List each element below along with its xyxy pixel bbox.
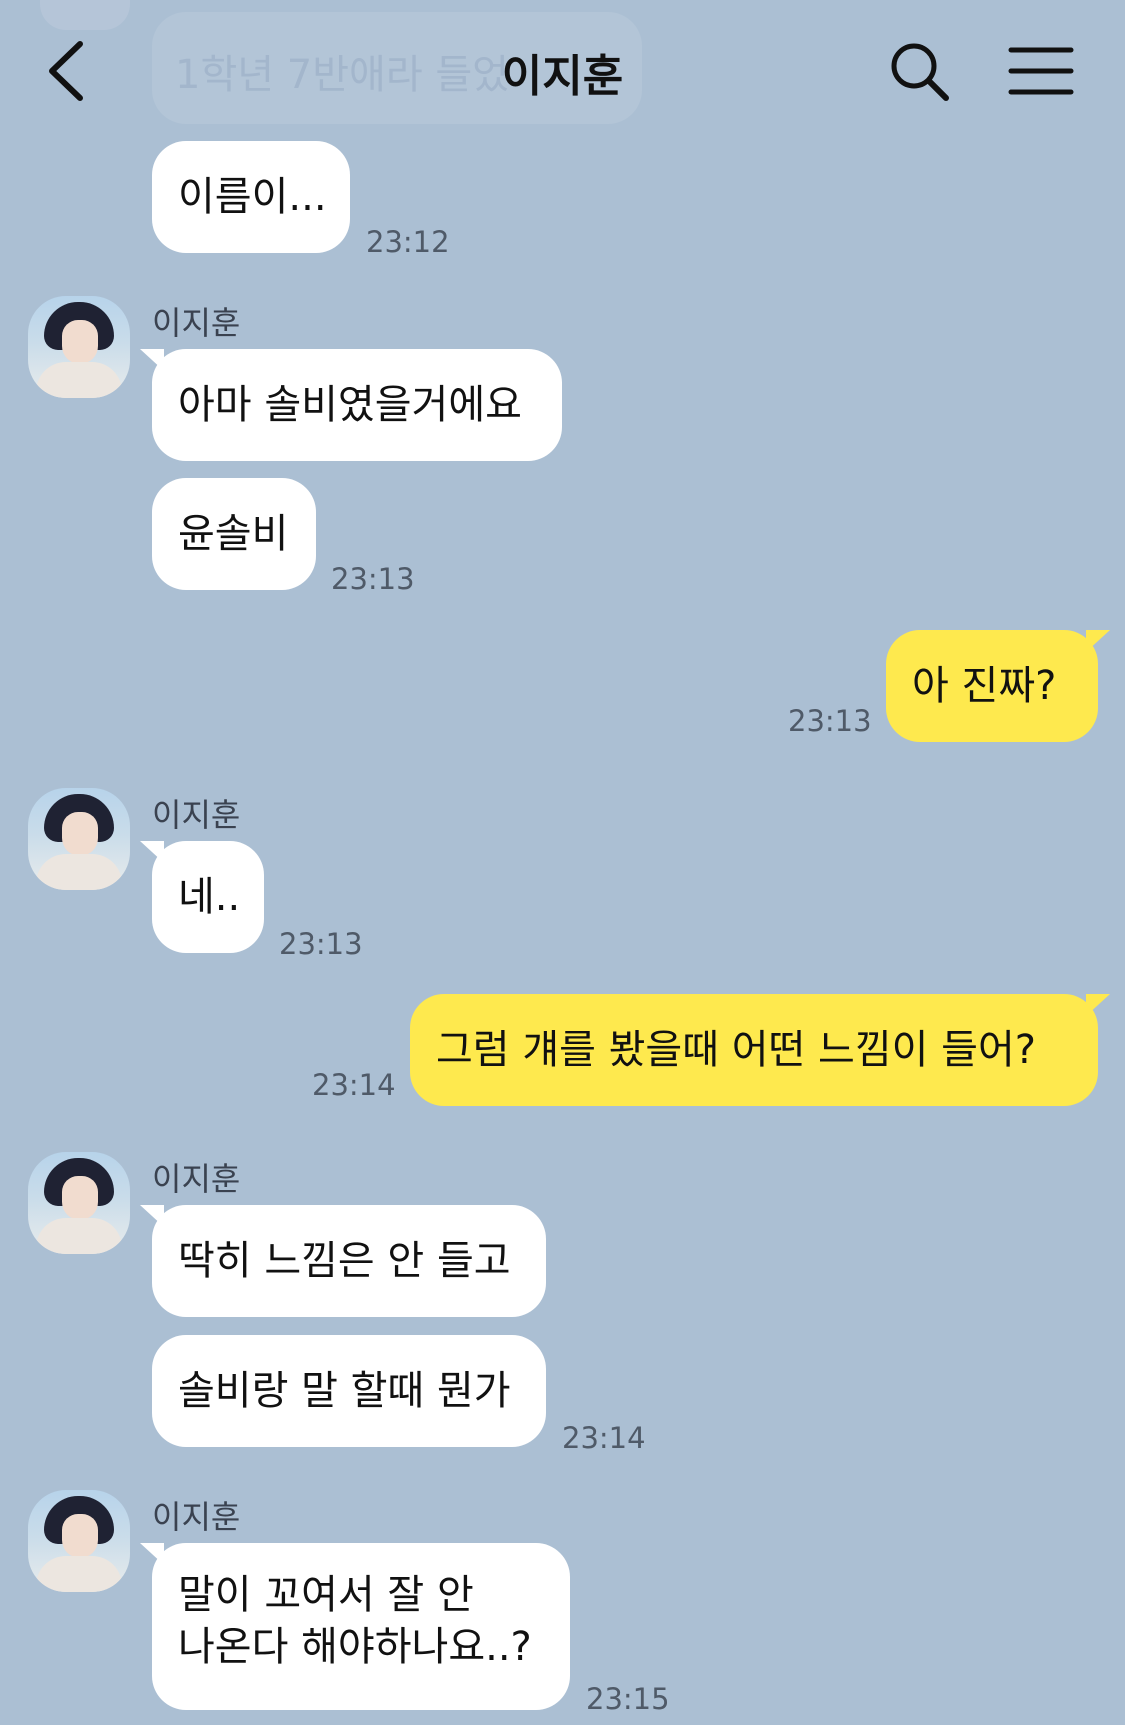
message-text: 솔비랑 말 할때 뭔가 <box>178 1368 511 1414</box>
sender-name: 이지훈 <box>152 796 241 834</box>
message-bubble[interactable]: 네.. <box>152 841 264 953</box>
message-bubble[interactable]: 아마 솔비였을거에요 <box>152 349 562 461</box>
message-time: 23:13 <box>279 927 363 961</box>
search-button[interactable] <box>888 40 952 104</box>
message-text: 윤솔비 <box>178 511 289 557</box>
message-bubble[interactable]: 말이 꼬여서 잘 안 나온다 해야하나요..? <box>152 1543 570 1710</box>
message-time: 23:14 <box>562 1421 646 1455</box>
message-text: 아마 솔비였을거에요 <box>178 382 522 428</box>
message-text-line: 나온다 해야하나요..? <box>178 1624 532 1670</box>
avatar[interactable] <box>28 788 130 890</box>
hamburger-menu-icon <box>1008 47 1074 95</box>
sender-name: 이지훈 <box>152 1498 241 1536</box>
message-bubble[interactable]: 솔비랑 말 할때 뭔가 <box>152 1335 546 1447</box>
menu-button[interactable] <box>1008 44 1074 100</box>
my-message-bubble[interactable]: 그럼 걔를 봤을때 어떤 느낌이 들어? <box>410 994 1098 1106</box>
message-text: 이름이... <box>178 174 327 220</box>
message-bubble[interactable]: 이름이... <box>152 141 350 253</box>
message-time: 23:12 <box>366 225 450 259</box>
bubble-tail <box>1086 630 1110 652</box>
message-time: 23:13 <box>788 704 872 738</box>
message-bubble[interactable]: 윤솔비 <box>152 478 316 590</box>
sender-name: 이지훈 <box>152 304 241 342</box>
avatar[interactable] <box>28 1490 130 1592</box>
my-message-bubble[interactable]: 아 진짜? <box>886 630 1098 742</box>
avatar[interactable] <box>28 1152 130 1254</box>
bubble-tail <box>1086 994 1110 1016</box>
message-bubble[interactable]: 딱히 느낌은 안 들고 <box>152 1205 546 1317</box>
message-text: 딱히 느낌은 안 들고 <box>178 1238 511 1284</box>
message-time: 23:13 <box>331 562 415 596</box>
message-text-line: 말이 꼬여서 잘 안 <box>178 1572 474 1618</box>
search-icon <box>891 43 949 101</box>
chat-title: 이지훈 <box>501 51 624 102</box>
message-text: 아 진짜? <box>912 663 1057 709</box>
sender-name: 이지훈 <box>152 1160 241 1198</box>
chat-header: 이지훈 <box>0 0 1125 140</box>
message-text: 네.. <box>178 874 241 920</box>
message-text: 그럼 걔를 봤을때 어떤 느낌이 들어? <box>436 1027 1037 1073</box>
avatar[interactable] <box>28 296 130 398</box>
message-time: 23:15 <box>586 1682 670 1716</box>
message-time: 23:14 <box>312 1068 396 1102</box>
